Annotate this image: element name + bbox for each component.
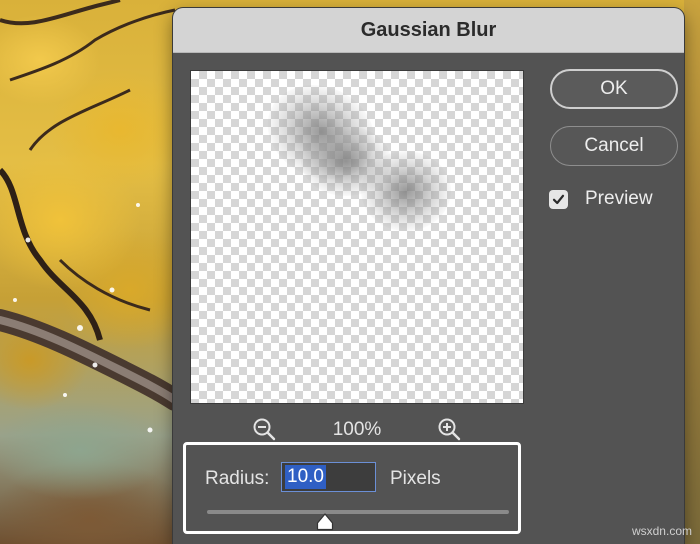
radius-value[interactable]: 10.0 <box>285 465 326 489</box>
zoom-out-icon[interactable] <box>251 416 277 442</box>
preview-checkbox[interactable] <box>549 189 568 209</box>
radius-slider-track[interactable] <box>207 510 509 514</box>
background-photo-edge <box>684 0 700 544</box>
radius-label: Radius: <box>205 468 270 489</box>
dialog-titlebar[interactable]: Gaussian Blur <box>173 8 684 53</box>
ok-button[interactable]: OK <box>550 69 678 109</box>
checkmark-icon <box>552 194 565 204</box>
preview-blur-shape <box>361 151 451 231</box>
zoom-in-icon[interactable] <box>436 416 462 442</box>
blur-preview-pane[interactable] <box>190 70 524 404</box>
cancel-button[interactable]: Cancel <box>550 126 678 166</box>
radius-group: Radius: 10.0 Pixels <box>183 442 521 534</box>
dialog-title: Gaussian Blur <box>360 18 497 41</box>
radius-slider-thumb[interactable] <box>316 513 334 531</box>
preview-label: Preview <box>585 188 653 209</box>
watermark: wsxdn.com <box>631 524 692 538</box>
radius-input[interactable]: 10.0 <box>281 462 376 492</box>
zoom-level: 100% <box>332 419 382 440</box>
preview-toggle[interactable]: Preview <box>549 187 653 211</box>
radius-units-label: Pixels <box>390 468 441 489</box>
gaussian-blur-dialog: Gaussian Blur 100% Radius: 10.0 Pixels O… <box>173 8 684 544</box>
